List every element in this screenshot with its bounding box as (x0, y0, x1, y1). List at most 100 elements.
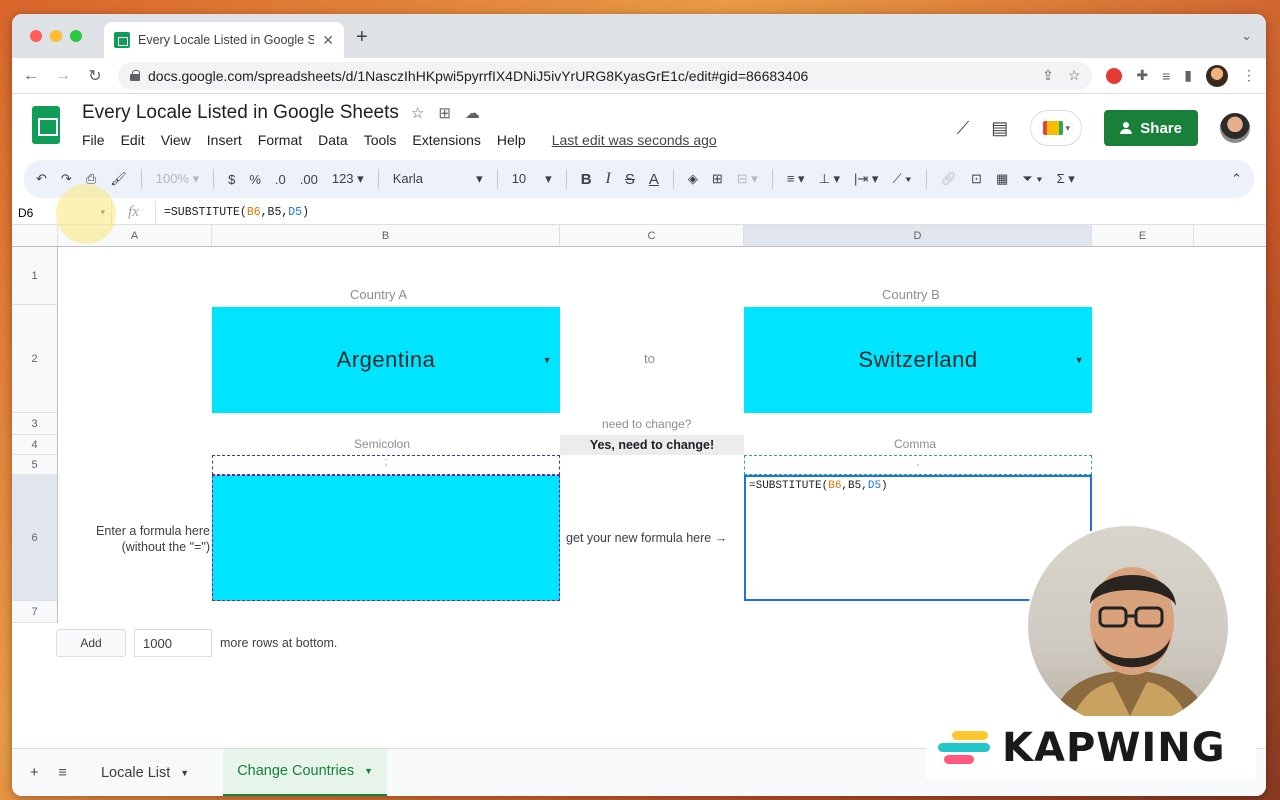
formula-input-cell[interactable] (212, 475, 560, 601)
tab-search-chevron-icon[interactable]: ⌄ (1241, 28, 1252, 44)
select-all-corner[interactable] (12, 225, 58, 246)
add-sheet-icon[interactable]: + (30, 765, 38, 781)
maximize-window-button[interactable] (70, 30, 82, 42)
last-edit-link[interactable]: Last edit was seconds ago (552, 132, 717, 148)
side-panel-icon[interactable]: ▮ (1184, 67, 1192, 84)
fill-color-icon[interactable]: ◈ (688, 171, 698, 187)
menu-file[interactable]: File (82, 132, 105, 148)
browser-profile-avatar[interactable] (1206, 64, 1228, 87)
horizontal-align-icon[interactable]: ≡ ▾ (787, 171, 805, 187)
media-queue-icon[interactable]: ≡ (1162, 68, 1170, 84)
new-tab-icon[interactable]: + (356, 26, 368, 49)
more-formats-select[interactable]: 123 ▾ (332, 171, 364, 187)
row-header-2[interactable]: 2 (12, 305, 57, 413)
close-tab-icon[interactable]: ✕ (322, 32, 334, 49)
menu-help[interactable]: Help (497, 132, 526, 148)
extensions-puzzle-icon[interactable]: ✚ (1136, 67, 1148, 84)
name-box[interactable]: D6 ▾ (12, 201, 112, 224)
doc-title[interactable]: Every Locale Listed in Google Sheets (82, 102, 399, 124)
sheet-tab-caret-icon[interactable]: ▼ (364, 766, 373, 776)
browser-menu-icon[interactable]: ⋮ (1242, 67, 1256, 84)
italic-button[interactable]: I (606, 170, 611, 188)
minimize-window-button[interactable] (50, 30, 62, 42)
print-icon[interactable]: ⎙ (86, 171, 96, 187)
rows-count-input[interactable]: 1000 (134, 629, 212, 657)
row-header-3[interactable]: 3 (12, 413, 57, 435)
url-text[interactable]: docs.google.com/spreadsheets/d/1NasczIhH… (148, 68, 1034, 84)
activity-trend-icon[interactable]: ⟋ (957, 118, 970, 139)
row-header-4[interactable]: 4 (12, 435, 57, 455)
sheets-logo-icon[interactable] (32, 106, 60, 144)
paint-format-icon[interactable]: 🖌︎ (110, 171, 127, 187)
functions-button[interactable]: Σ ▾ (1057, 171, 1075, 187)
row-header-5[interactable]: 5 (12, 455, 57, 475)
insert-comment-icon[interactable]: ⊡ (971, 171, 982, 187)
text-rotation-icon[interactable]: ⟋ ▾ (892, 171, 911, 187)
font-size-select[interactable]: 10 ▾ (512, 171, 552, 187)
dropdown-caret-icon[interactable]: ▼ (1075, 355, 1084, 365)
percent-format-button[interactable]: % (249, 172, 261, 187)
text-color-button[interactable]: A (649, 171, 659, 188)
meet-button[interactable]: ▾ (1030, 110, 1083, 146)
text-wrap-icon[interactable]: |⇥ ▾ (854, 171, 878, 187)
add-rows-button[interactable]: Add (56, 629, 126, 657)
menu-extensions[interactable]: Extensions (412, 132, 480, 148)
column-header-d[interactable]: D (744, 225, 1092, 246)
all-sheets-icon[interactable]: ≡ (58, 765, 66, 781)
column-header-b[interactable]: B (212, 225, 560, 246)
sheet-tab-caret-icon[interactable]: ▼ (180, 768, 189, 778)
cell-reference[interactable]: D6 (18, 206, 33, 220)
extension-red-icon[interactable] (1106, 67, 1123, 84)
bold-button[interactable]: B (581, 171, 592, 188)
column-header-a[interactable]: A (58, 225, 212, 246)
column-header-c[interactable]: C (560, 225, 744, 246)
undo-icon[interactable]: ↶ (36, 171, 47, 187)
separator-a-cell[interactable]: ; (212, 455, 560, 475)
row-header-6[interactable]: 6 (12, 475, 57, 601)
formula-input[interactable]: =SUBSTITUTE(B6,B5,D5) (156, 206, 309, 219)
sheet-tab-change-countries[interactable]: Change Countries ▼ (223, 748, 387, 796)
country-b-dropdown[interactable]: Switzerland ▼ (744, 307, 1092, 413)
bookmark-star-icon[interactable]: ☆ (1068, 67, 1081, 84)
strikethrough-button[interactable]: S (625, 171, 635, 188)
sheet-tab-locale-list[interactable]: Locale List ▼ (87, 749, 203, 797)
font-family-select[interactable]: Karla ▾ (393, 171, 483, 187)
merge-cells-icon[interactable]: ⊟ ▾ (737, 171, 758, 187)
menu-edit[interactable]: Edit (121, 132, 145, 148)
menu-format[interactable]: Format (258, 132, 302, 148)
name-box-caret-icon[interactable]: ▾ (100, 207, 105, 218)
separator-b-cell[interactable]: , (744, 455, 1092, 475)
lock-icon[interactable] (130, 70, 140, 81)
column-header-e[interactable]: E (1092, 225, 1194, 246)
country-a-dropdown[interactable]: Argentina ▼ (212, 307, 560, 413)
star-icon[interactable]: ☆ (411, 104, 424, 122)
menu-insert[interactable]: Insert (207, 132, 242, 148)
collapse-toolbar-chevron-icon[interactable]: ⌃ (1231, 171, 1242, 187)
user-avatar[interactable] (1220, 113, 1250, 143)
share-button[interactable]: Share (1104, 110, 1198, 146)
close-window-button[interactable] (30, 30, 42, 42)
insert-chart-icon[interactable]: ▦ (996, 171, 1008, 187)
insert-link-icon[interactable]: 🔗︎ (941, 171, 958, 187)
share-page-icon[interactable]: ⇪ (1042, 67, 1054, 84)
menu-data[interactable]: Data (318, 132, 348, 148)
move-folder-icon[interactable]: ⊞ (438, 104, 451, 122)
menu-view[interactable]: View (161, 132, 191, 148)
filter-icon[interactable]: ⏷ ▾ (1022, 171, 1042, 187)
row-header-7[interactable]: 7 (12, 601, 57, 623)
increase-decimal-button[interactable]: .00 (300, 172, 318, 187)
dropdown-caret-icon[interactable]: ▼ (543, 355, 552, 365)
browser-tab-active[interactable]: Every Locale Listed in Google S ✕ (104, 22, 344, 58)
cloud-saved-icon[interactable]: ☁ (465, 104, 480, 122)
reload-icon[interactable]: ↻ (86, 66, 104, 86)
forward-arrow-icon[interactable]: → (54, 67, 72, 85)
redo-icon[interactable]: ↷ (61, 171, 72, 187)
comments-icon[interactable]: ▤ (991, 118, 1008, 139)
back-arrow-icon[interactable]: ← (22, 67, 40, 85)
zoom-select[interactable]: 100% ▾ (156, 171, 199, 187)
borders-icon[interactable]: ⊞ (712, 171, 723, 187)
address-bar[interactable]: docs.google.com/spreadsheets/d/1NasczIhH… (118, 61, 1093, 90)
decrease-decimal-button[interactable]: .0 (275, 172, 286, 187)
currency-format-button[interactable]: $ (228, 172, 235, 187)
row-header-1[interactable]: 1 (12, 247, 57, 305)
